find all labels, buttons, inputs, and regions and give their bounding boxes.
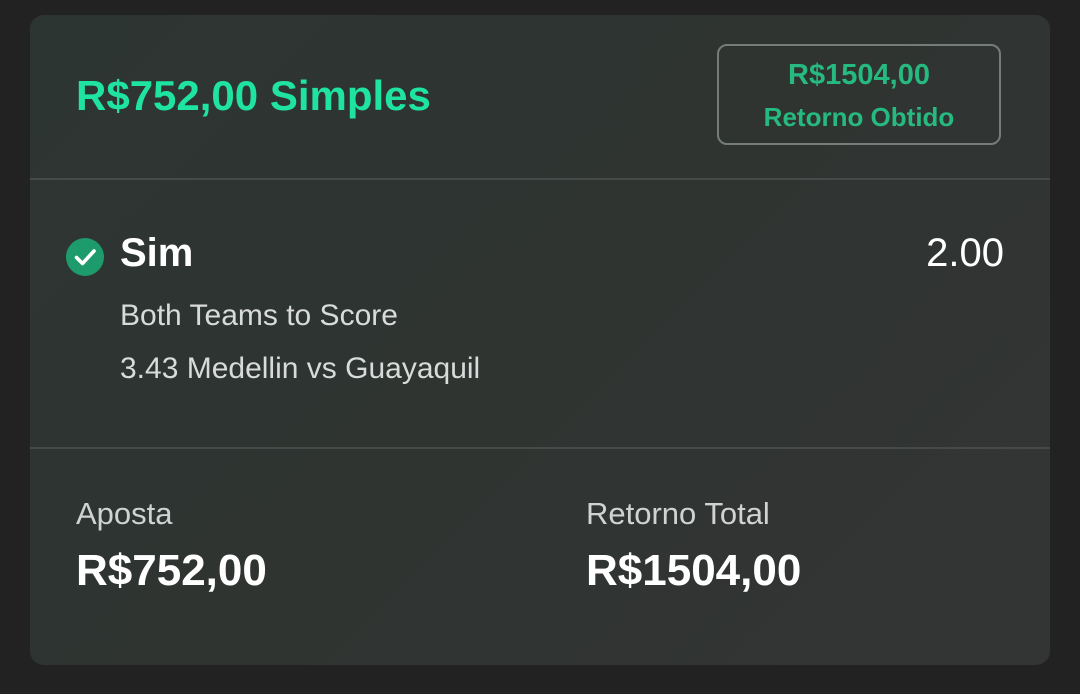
bet-summary: Aposta R$752,00 Retorno Total R$1504,00 — [30, 449, 1050, 665]
bet-card[interactable]: R$752,00 Simples R$1504,00 Retorno Obtid… — [30, 15, 1050, 665]
selection-market: Both Teams to Score — [120, 299, 398, 332]
return-obtained-label: Retorno Obtido — [763, 102, 955, 132]
total-return-label: Retorno Total — [586, 496, 770, 531]
return-obtained-amount: R$1504,00 — [788, 59, 930, 91]
selection-odds: 2.00 — [926, 231, 1004, 275]
bet-title: R$752,00 Simples — [76, 72, 431, 119]
selection-event: 3.43 Medellin vs Guayaquil — [120, 352, 481, 385]
selection-name: Sim — [120, 231, 194, 275]
check-circle-icon — [66, 238, 104, 276]
bet-selection: Sim 2.00 Both Teams to Score 3.43 Medell… — [30, 180, 1050, 449]
bet-header: R$752,00 Simples R$1504,00 Retorno Obtid… — [30, 15, 1050, 180]
stake-label: Aposta — [76, 496, 173, 531]
total-return-value: R$1504,00 — [586, 546, 802, 595]
stake-value: R$752,00 — [76, 546, 267, 595]
return-obtained-badge: R$1504,00 Retorno Obtido — [717, 44, 1001, 145]
